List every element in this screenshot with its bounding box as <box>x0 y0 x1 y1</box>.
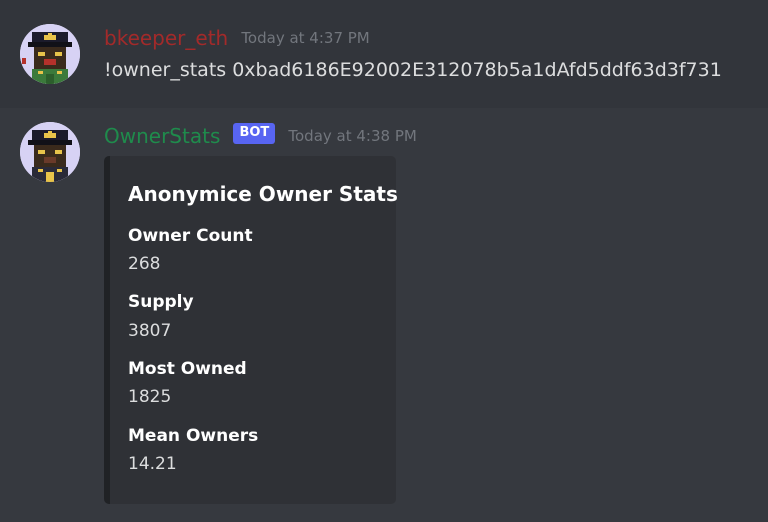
user-avatar[interactable] <box>20 24 80 84</box>
field-value-supply: 3807 <box>128 321 172 341</box>
bot-avatar[interactable] <box>20 122 80 182</box>
field-value-most-owned: 1825 <box>128 387 172 407</box>
timestamp: Today at 4:37 PM <box>241 29 370 47</box>
username[interactable]: bkeeper_eth <box>104 26 228 50</box>
field-name-most-owned: Most Owned <box>128 359 247 379</box>
message-item[interactable]: bkeeper_eth Today at 4:37 PM !owner_stat… <box>0 0 768 108</box>
anonymouse-avatar-icon <box>20 122 80 182</box>
message-item[interactable]: OwnerStats BOT Today at 4:38 PM Anonymic… <box>0 108 768 522</box>
bot-badge: BOT <box>233 122 276 144</box>
username[interactable]: OwnerStats <box>104 124 220 148</box>
field-value-owner-count: 268 <box>128 254 161 274</box>
field-value-mean-owners: 14.21 <box>128 454 177 474</box>
timestamp: Today at 4:38 PM <box>288 127 417 145</box>
message-header: bkeeper_eth Today at 4:37 PM <box>104 24 370 52</box>
embed-title: Anonymice Owner Stats <box>128 182 398 206</box>
stats-embed: Anonymice Owner Stats Owner Count 268 Su… <box>104 156 398 504</box>
field-name-supply: Supply <box>128 292 194 312</box>
anonymouse-avatar-icon <box>20 24 80 84</box>
field-name-mean-owners: Mean Owners <box>128 426 259 446</box>
message-content: !owner_stats 0xbad6186E92002E312078b5a1d… <box>104 59 722 81</box>
field-name-owner-count: Owner Count <box>128 226 253 246</box>
message-header: OwnerStats BOT Today at 4:38 PM <box>104 122 417 150</box>
